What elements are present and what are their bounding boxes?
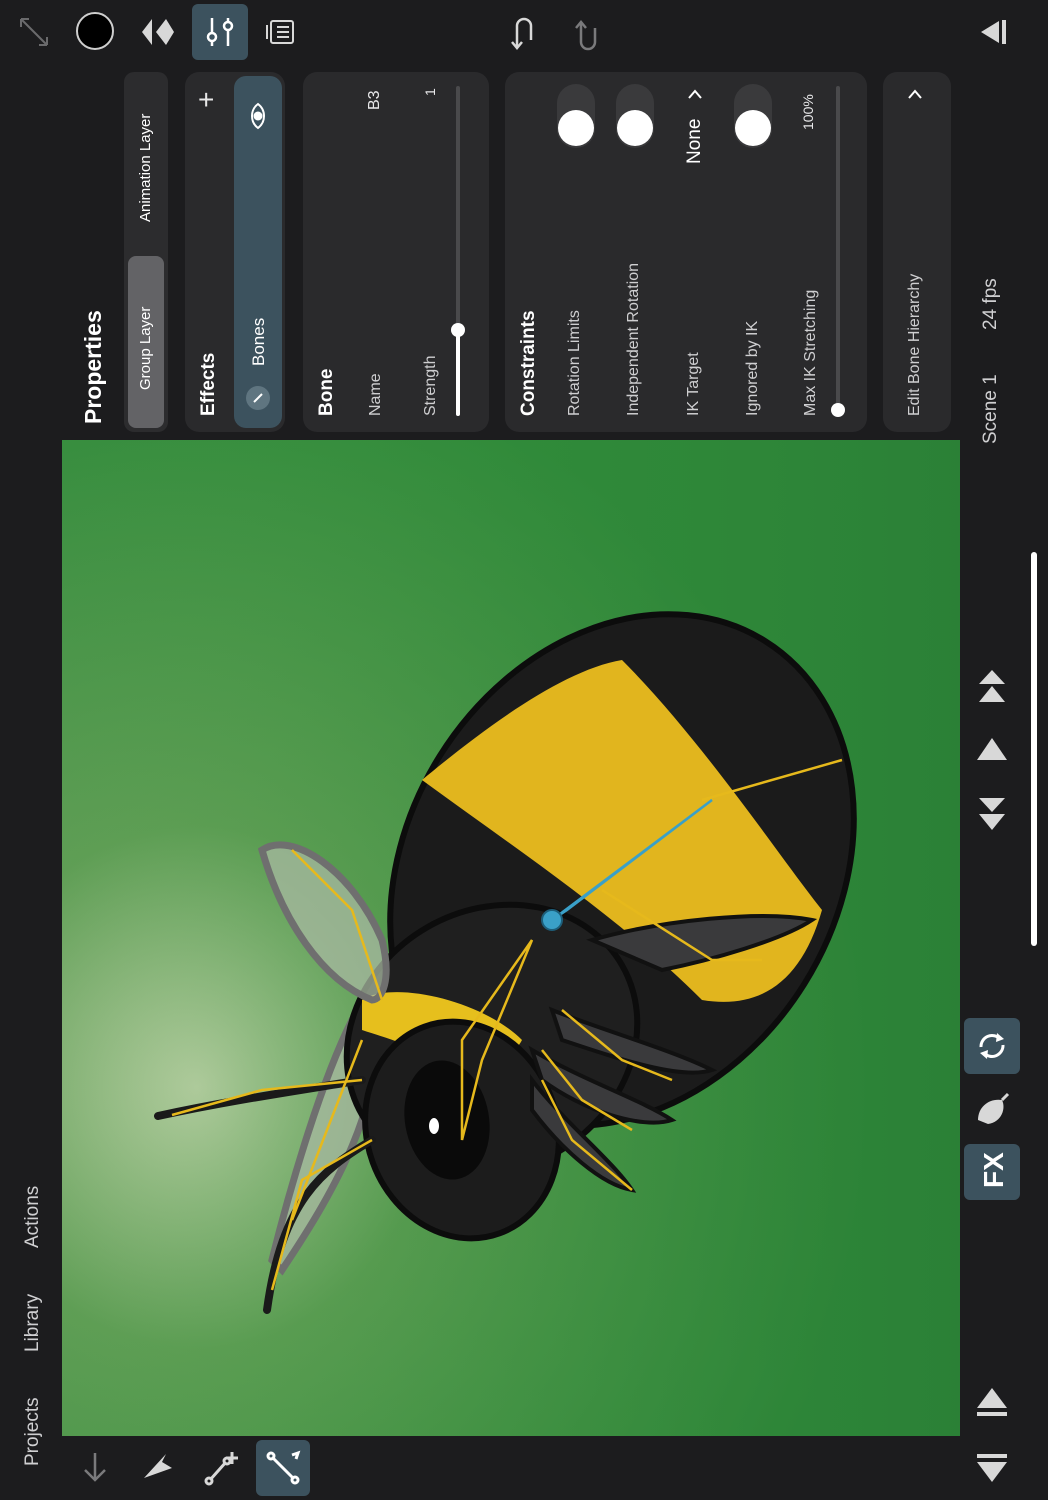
ignored-by-ik-label: Ignored by IK: [744, 320, 761, 416]
rotation-limits-toggle[interactable]: [557, 84, 595, 148]
bone-name-label: Name: [367, 373, 384, 416]
last-frame-icon[interactable]: [974, 1450, 1010, 1486]
bone-title: Bone: [316, 368, 337, 417]
animation-canvas[interactable]: [62, 440, 960, 1436]
effect-item-bones-label: Bones: [249, 317, 268, 366]
tab-group-layer-label: Group Layer: [137, 306, 154, 390]
strength-value: 1: [422, 88, 438, 96]
bone-tool-button[interactable]: [256, 1440, 310, 1496]
undo-icon[interactable]: [502, 10, 546, 54]
fx-label: FX: [978, 1152, 1009, 1188]
onion-skin-icon[interactable]: [134, 10, 180, 54]
edit-bone-hierarchy-label: Edit Bone Hierarchy: [906, 273, 923, 416]
panel-title: Properties: [80, 310, 106, 424]
first-frame-icon[interactable]: [974, 1384, 1010, 1420]
scene-label[interactable]: Scene 1: [980, 374, 1002, 444]
chevron-right-icon[interactable]: [686, 86, 704, 104]
max-ik-stretching-value: 100%: [800, 94, 816, 130]
independent-rotation-label: Independent Rotation: [625, 262, 642, 416]
independent-rotation-toggle[interactable]: [616, 84, 654, 148]
strength-slider-fill: [456, 330, 460, 416]
fullscreen-icon[interactable]: [14, 12, 54, 52]
strength-label: Strength: [422, 355, 439, 416]
next-keyframe-icon[interactable]: [974, 668, 1010, 708]
bone-name-value[interactable]: B3: [366, 90, 384, 110]
arrow-down-icon[interactable]: [80, 1450, 110, 1484]
add-effect-button[interactable]: +: [198, 86, 214, 114]
layers-icon[interactable]: [258, 10, 304, 54]
previous-keyframe-icon[interactable]: [974, 792, 1010, 832]
ik-target-value[interactable]: None: [684, 119, 706, 164]
fps-label[interactable]: 24 fps: [980, 278, 1002, 330]
onion-icon[interactable]: [972, 1090, 1012, 1128]
collapse-panel-icon[interactable]: [970, 10, 1014, 54]
select-tool-icon[interactable]: [140, 1452, 176, 1484]
max-ik-stretching-label: Max IK Stretching: [802, 289, 819, 416]
ik-target-label: IK Target: [685, 352, 702, 416]
effects-title: Effects: [198, 352, 219, 416]
timeline-scrollbar[interactable]: [1031, 552, 1037, 946]
chevron-right-icon[interactable]: [906, 86, 924, 104]
rotation-limits-label: Rotation Limits: [566, 310, 583, 416]
nav-projects[interactable]: Projects: [22, 1397, 44, 1466]
bone-effect-icon: [246, 386, 270, 410]
constraints-title: Constraints: [518, 310, 539, 416]
max-ik-stretching-thumb[interactable]: [831, 403, 845, 417]
nav-library[interactable]: Library: [22, 1294, 44, 1352]
redo-icon[interactable]: [566, 14, 610, 58]
bee-illustration: [62, 440, 960, 1436]
loop-button[interactable]: [964, 1018, 1020, 1074]
fx-button[interactable]: FX: [964, 1144, 1020, 1200]
tab-animation-layer-label[interactable]: Animation Layer: [137, 114, 154, 222]
add-bone-tool-icon[interactable]: [202, 1448, 242, 1488]
next-frame-icon[interactable]: [974, 734, 1010, 764]
visibility-eye-icon[interactable]: [244, 102, 272, 130]
color-picker-button[interactable]: [74, 10, 116, 52]
adjustments-icon[interactable]: [192, 4, 248, 60]
max-ik-stretching-slider[interactable]: [836, 86, 840, 410]
nav-actions[interactable]: Actions: [22, 1186, 44, 1248]
ignored-by-ik-toggle[interactable]: [734, 84, 772, 148]
